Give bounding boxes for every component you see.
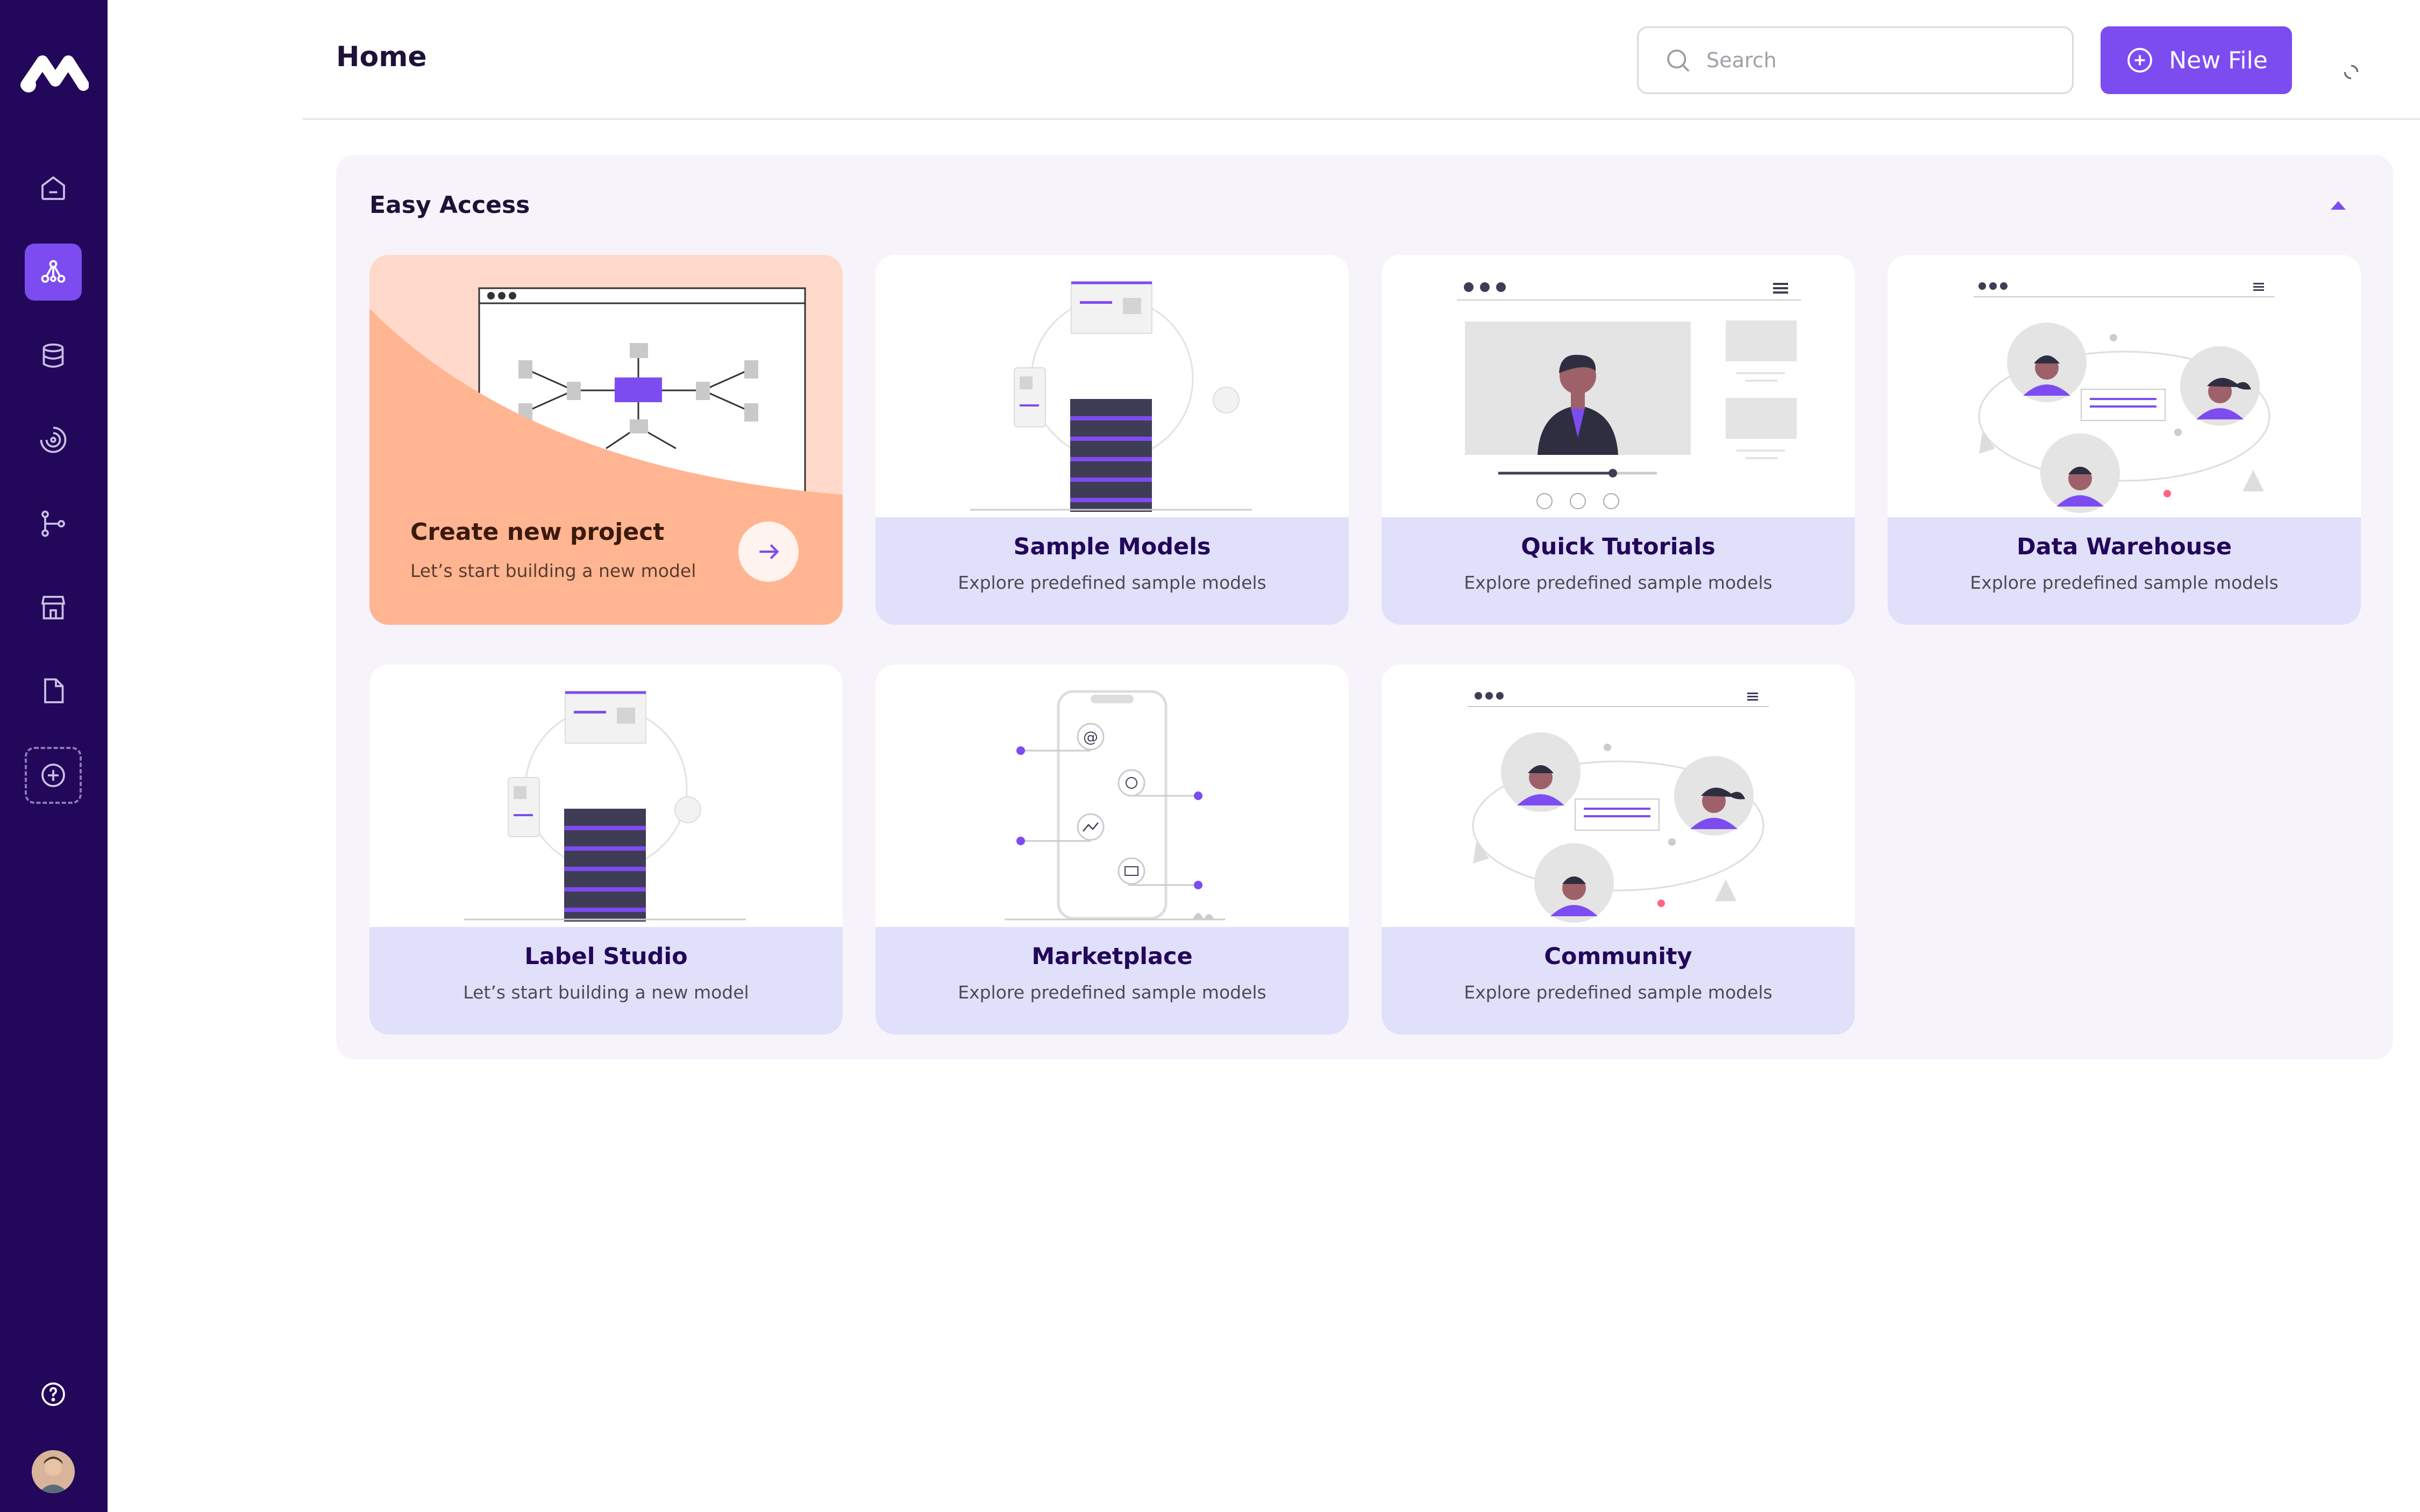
sidebar-item-pipelines[interactable] <box>25 495 82 552</box>
sidebar-item-home[interactable] <box>25 160 82 217</box>
page-title: Home <box>336 41 427 73</box>
sidebar-item-data[interactable] <box>25 327 82 384</box>
card-title: Sample Models <box>1013 533 1211 560</box>
sidebar-item-training[interactable] <box>25 411 82 468</box>
label-studio-card[interactable]: Label Studio Let’s start building a new … <box>369 665 843 1035</box>
database-icon <box>42 343 64 368</box>
card-title: Create new project <box>410 518 665 546</box>
card-subtitle: Let’s start building a new model <box>463 982 749 1003</box>
card-subtitle: Explore predefined sample models <box>958 572 1266 593</box>
network-icon <box>41 260 66 283</box>
sample-models-card[interactable]: Sample Models Explore predefined sample … <box>876 255 1349 625</box>
marketplace-card[interactable]: @ Marketplace Explore predefined sample … <box>876 665 1349 1035</box>
sidebar-item-marketplace[interactable] <box>25 579 82 636</box>
search-input[interactable] <box>1706 48 2051 72</box>
search-box[interactable] <box>1637 26 2074 94</box>
server-illustration <box>464 691 746 922</box>
server-illustration <box>970 281 1252 512</box>
user-avatar-icon <box>32 1450 75 1493</box>
logo-icon[interactable] <box>19 53 89 96</box>
chevron-up-icon[interactable] <box>2329 198 2348 211</box>
create-project-card[interactable]: Create new project Let’s start building … <box>369 255 843 625</box>
create-project-button[interactable] <box>738 522 799 582</box>
quick-tutorials-card[interactable]: Quick Tutorials Explore predefined sampl… <box>1382 255 1855 625</box>
easy-access-title: Easy Access <box>369 191 530 219</box>
card-subtitle: Explore predefined sample models <box>1464 982 1773 1003</box>
team-chat-illustration <box>1974 282 2275 513</box>
flow-icon <box>41 510 65 537</box>
sidebar-item-models[interactable] <box>25 244 82 301</box>
sidebar <box>0 0 108 1512</box>
phone-illustration: @ <box>1005 690 1225 921</box>
card-title: Data Warehouse <box>2016 533 2232 560</box>
help-circle-icon <box>41 1382 65 1406</box>
home-icon <box>41 176 65 200</box>
card-subtitle: Let’s start building a new model <box>410 560 696 581</box>
card-subtitle: Explore predefined sample models <box>958 982 1266 1003</box>
help-button[interactable] <box>25 1366 82 1423</box>
spinner-icon <box>40 426 67 453</box>
card-subtitle: Explore predefined sample models <box>1464 572 1773 593</box>
avatar[interactable] <box>32 1450 75 1493</box>
file-icon <box>44 678 64 703</box>
search-icon <box>1667 49 1690 72</box>
community-card[interactable]: Community Explore predefined sample mode… <box>1382 665 1855 1035</box>
new-file-label: New File <box>2169 46 2268 74</box>
data-warehouse-card[interactable]: Data Warehouse Explore predefined sample… <box>1888 255 2361 625</box>
svg-text:@: @ <box>1083 728 1098 746</box>
card-title: Community <box>1544 943 1692 970</box>
arrow-right-icon <box>759 544 779 559</box>
refresh-icon[interactable] <box>2340 61 2362 83</box>
sidebar-item-add[interactable] <box>25 747 82 804</box>
plus-circle-icon <box>41 764 65 787</box>
card-subtitle: Explore predefined sample models <box>1970 572 2279 593</box>
store-icon <box>41 596 66 619</box>
card-title: Quick Tutorials <box>1521 533 1716 560</box>
plus-circle-icon <box>2127 48 2153 73</box>
card-title: Label Studio <box>524 943 688 970</box>
new-file-button[interactable]: New File <box>2101 26 2292 94</box>
card-title: Marketplace <box>1031 943 1193 970</box>
team-chat-illustration <box>1468 692 1769 923</box>
video-tutorial-illustration <box>1457 282 1801 509</box>
sidebar-item-files[interactable] <box>25 663 82 720</box>
header-divider <box>303 118 2420 120</box>
